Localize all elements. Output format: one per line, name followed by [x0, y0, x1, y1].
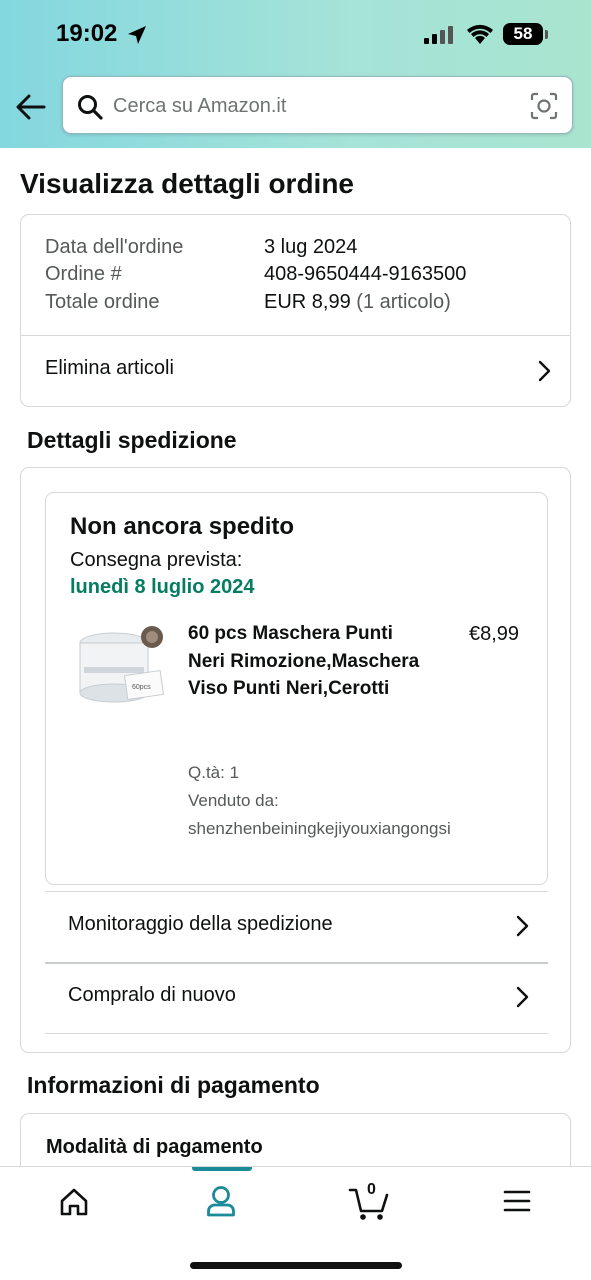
track-shipment-row[interactable]: Monitoraggio della spedizione — [45, 892, 548, 962]
product-title[interactable]: 60 pcs Maschera Punti Neri Rimozione,Mas… — [188, 620, 428, 703]
back-arrow-icon[interactable] — [14, 92, 48, 122]
shipment-status: Non ancora spedito — [70, 513, 295, 540]
delivery-date: lunedì 8 luglio 2024 — [70, 576, 255, 598]
order-date-value: 3 lug 2024 — [264, 236, 358, 258]
delete-items-label: Elimina articoli — [45, 357, 174, 379]
battery-cap — [545, 30, 548, 39]
delete-items-row[interactable]: Elimina articoli — [21, 336, 570, 406]
wifi-icon — [467, 24, 493, 44]
shipping-card: Non ancora spedito Consegna prevista: lu… — [20, 467, 571, 1053]
shipping-section-title: Dettagli spedizione — [27, 427, 237, 453]
shipment-box: Non ancora spedito Consegna prevista: lu… — [45, 492, 548, 885]
product-image[interactable]: 60pcs — [72, 623, 168, 713]
track-shipment-label: Monitoraggio della spedizione — [68, 913, 333, 935]
battery-icon: 58 — [503, 23, 543, 45]
account-icon[interactable] — [206, 1185, 236, 1217]
chevron-right-icon — [538, 360, 551, 382]
buy-again-row[interactable]: Compralo di nuovo — [45, 964, 548, 1032]
battery-level: 58 — [513, 24, 533, 43]
header-bar: 19:02 58 — [0, 0, 591, 148]
chevron-right-icon — [516, 915, 529, 937]
buy-again-label: Compralo di nuovo — [68, 984, 236, 1006]
status-time: 19:02 — [56, 20, 118, 47]
order-total-amount: EUR 8,99 — [264, 291, 351, 313]
product-quantity: Q.tà: 1 — [188, 763, 240, 782]
delivery-label: Consegna prevista: — [70, 549, 243, 571]
order-summary-card: Data dell'ordine 3 lug 2024 Ordine # 408… — [20, 214, 571, 407]
camera-icon[interactable] — [530, 92, 558, 120]
product-price: €8,99 — [469, 623, 520, 645]
seller-name[interactable]: shenzhenbeiningkejiyouxiangongsi — [188, 819, 451, 839]
order-number-label: Ordine # — [45, 263, 122, 285]
divider — [45, 1033, 548, 1034]
order-total-items: (1 articolo) — [356, 291, 451, 313]
nav-active-indicator — [192, 1167, 252, 1171]
payment-section-title: Informazioni di pagamento — [27, 1072, 320, 1098]
chevron-right-icon — [516, 986, 529, 1008]
search-bar[interactable] — [62, 76, 573, 134]
search-icon — [78, 95, 103, 120]
home-icon[interactable] — [59, 1187, 89, 1217]
payment-method-label: Modalità di pagamento — [46, 1136, 263, 1158]
product-image-label: 60pcs — [132, 684, 151, 691]
order-date-label: Data dell'ordine — [45, 236, 184, 258]
page-title: Visualizza dettagli ordine — [20, 168, 355, 199]
menu-icon[interactable] — [503, 1189, 531, 1213]
order-total-value: EUR 8,99 (1 articolo) — [264, 291, 451, 314]
signal-icon — [424, 26, 453, 44]
cart-count: 0 — [367, 1181, 376, 1198]
search-input[interactable] — [113, 89, 513, 123]
location-arrow-icon — [128, 26, 146, 44]
status-bar: 19:02 58 — [0, 0, 591, 70]
sold-by-label: Venduto da: — [188, 791, 279, 810]
order-total-label: Totale ordine — [45, 291, 160, 313]
order-number-value: 408-9650444-9163500 — [264, 263, 467, 285]
home-indicator — [190, 1262, 402, 1269]
